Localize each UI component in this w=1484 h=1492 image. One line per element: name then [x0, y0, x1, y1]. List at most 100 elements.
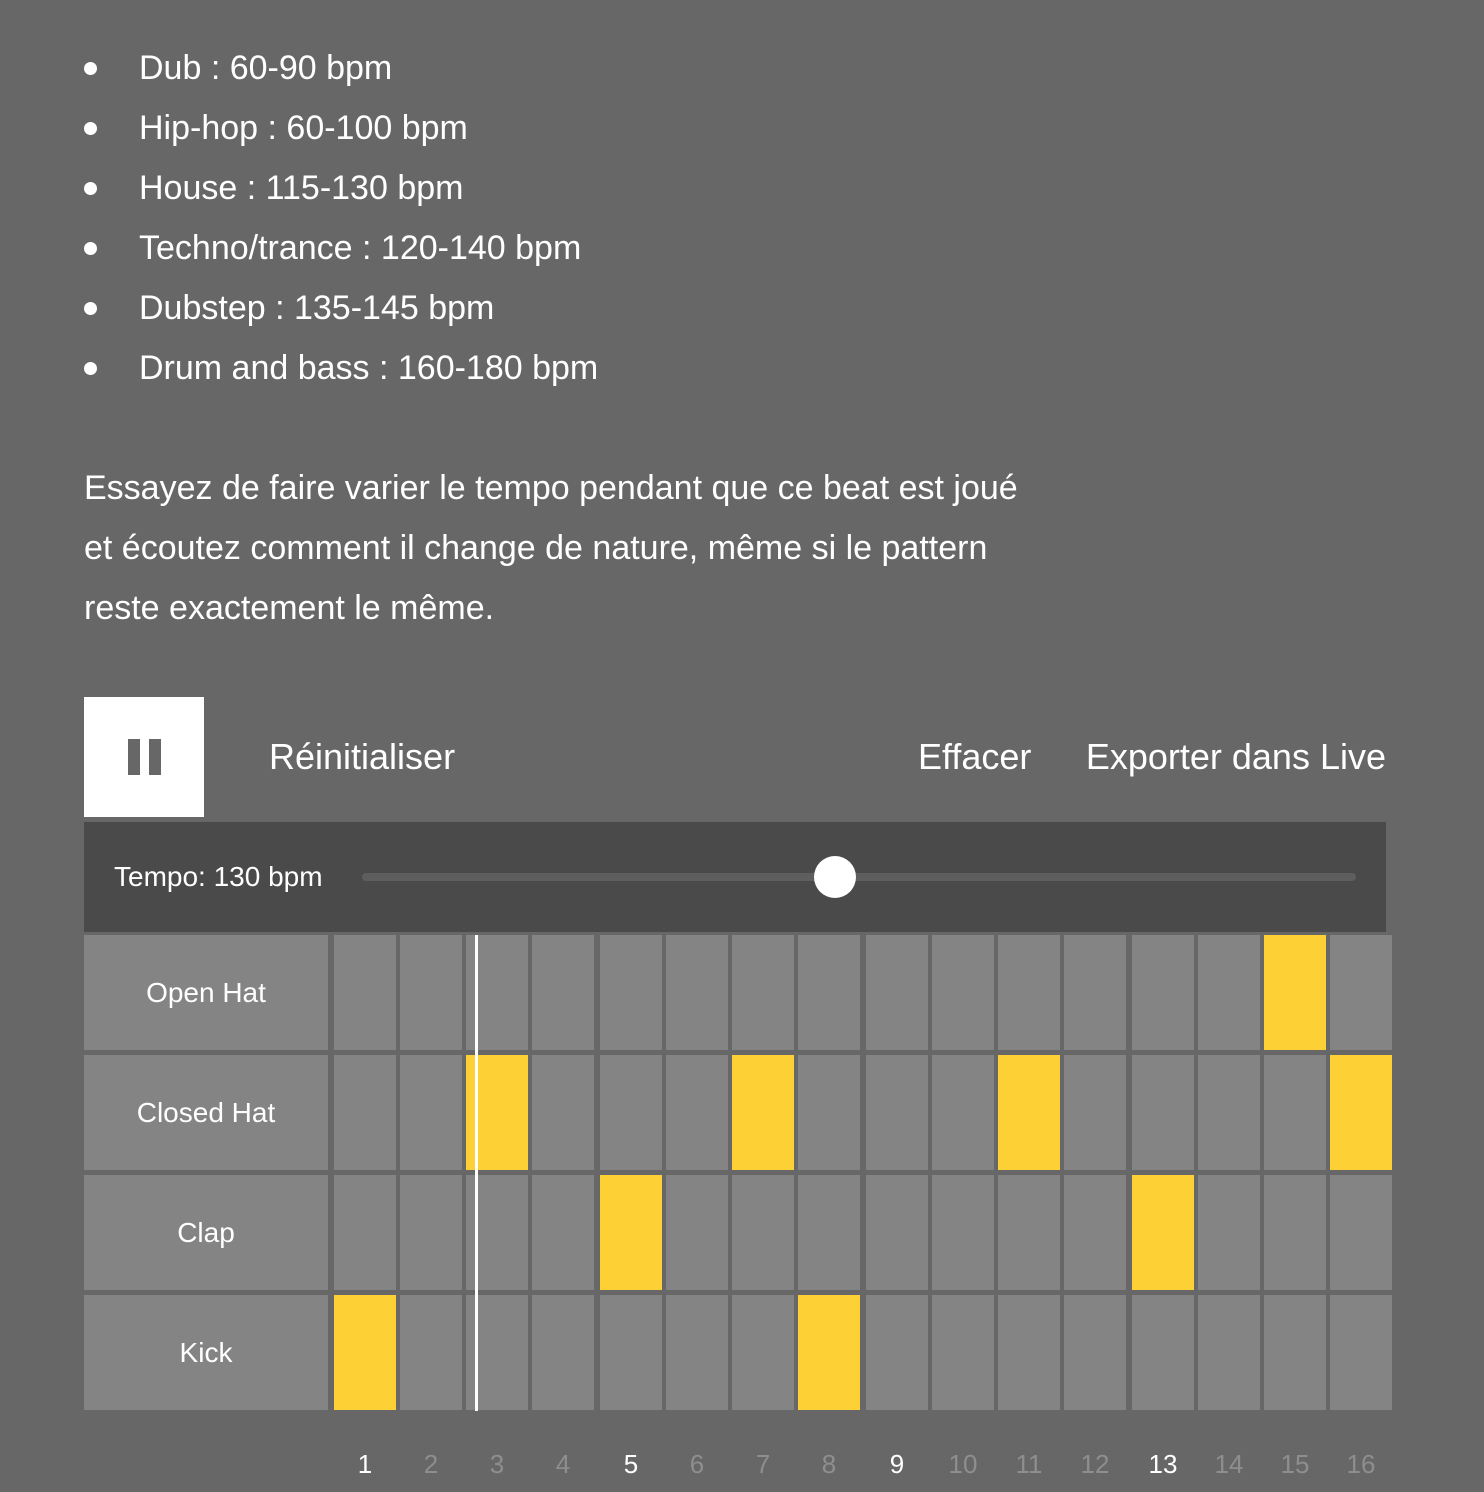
step-number: 8 [821, 1449, 837, 1479]
step-cell[interactable] [666, 935, 728, 1050]
step-cell[interactable] [866, 935, 928, 1050]
step-cell[interactable] [600, 1175, 662, 1290]
step-cell[interactable] [732, 1295, 794, 1410]
step-cell[interactable] [932, 1175, 994, 1290]
step-number: 15 [1280, 1449, 1310, 1479]
step-cell[interactable] [798, 1055, 860, 1170]
step-cell[interactable] [998, 1055, 1060, 1170]
step-cell[interactable] [1330, 1055, 1392, 1170]
step-cell[interactable] [400, 1175, 462, 1290]
step-cell[interactable] [1330, 1295, 1392, 1410]
step-number: 2 [423, 1449, 439, 1479]
step-number: 3 [489, 1449, 505, 1479]
step-number: 6 [689, 1449, 705, 1479]
step-cell[interactable] [932, 1295, 994, 1410]
step-cell[interactable] [932, 935, 994, 1050]
reset-button[interactable]: Réinitialiser [269, 697, 455, 817]
step-cell[interactable] [666, 1055, 728, 1170]
tempo-label: Tempo: 130 bpm [114, 861, 323, 892]
tempo-guide-list: Dub : 60-90 bpm Hip-hop : 60-100 bpm Hou… [84, 38, 598, 398]
step-cell[interactable] [1132, 935, 1194, 1050]
bullet-icon [84, 182, 97, 195]
step-cell[interactable] [866, 1175, 928, 1290]
step-cell[interactable] [998, 1175, 1060, 1290]
step-cell[interactable] [1198, 935, 1260, 1050]
intro-line: Essayez de faire varier le tempo pendant… [84, 469, 1018, 507]
step-number: 13 [1148, 1449, 1178, 1479]
step-cell[interactable] [1132, 1175, 1194, 1290]
list-item-text: House : 115-130 bpm [139, 169, 464, 207]
step-cell[interactable] [334, 1295, 396, 1410]
step-cell[interactable] [798, 935, 860, 1050]
step-cell[interactable] [532, 1295, 594, 1410]
row-label: Open Hat [84, 935, 328, 1050]
step-cell[interactable] [600, 1295, 662, 1410]
step-cell[interactable] [532, 1175, 594, 1290]
step-cell[interactable] [998, 935, 1060, 1050]
step-cell[interactable] [666, 1175, 728, 1290]
step-cell[interactable] [1064, 1055, 1126, 1170]
pause-button[interactable] [84, 697, 204, 817]
bullet-icon [84, 362, 97, 375]
step-cell[interactable] [1330, 935, 1392, 1050]
step-cell[interactable] [1198, 1295, 1260, 1410]
step-cell[interactable] [666, 1295, 728, 1410]
tempo-panel: Tempo: 130 bpm [84, 822, 1386, 932]
step-cell[interactable] [798, 1175, 860, 1290]
row-label: Closed Hat [84, 1055, 328, 1170]
step-number: 7 [755, 1449, 771, 1479]
export-live-button[interactable]: Exporter dans Live [1086, 697, 1386, 817]
step-cell[interactable] [400, 1295, 462, 1410]
sequencer-toolbar: Réinitialiser Effacer Exporter dans Live [84, 697, 1386, 817]
step-cell[interactable] [400, 935, 462, 1050]
step-cell[interactable] [1330, 1175, 1392, 1290]
step-cell[interactable] [866, 1295, 928, 1410]
step-cell[interactable] [1064, 935, 1126, 1050]
list-item-text: Drum and bass : 160-180 bpm [139, 349, 599, 387]
step-cell[interactable] [998, 1295, 1060, 1410]
step-cell[interactable] [1264, 1295, 1326, 1410]
step-cell[interactable] [1064, 1295, 1126, 1410]
step-cell[interactable] [1264, 1055, 1326, 1170]
step-cell[interactable] [1198, 1175, 1260, 1290]
list-item: Dub : 60-90 bpm [84, 38, 598, 98]
step-cell[interactable] [334, 1175, 396, 1290]
list-item: Dubstep : 135-145 bpm [84, 278, 598, 338]
step-cell[interactable] [1264, 1175, 1326, 1290]
intro-paragraph: Essayez de faire varier le tempo pendant… [84, 458, 1064, 638]
step-cell[interactable] [1132, 1295, 1194, 1410]
step-sequencer-grid: Open Hat Closed Hat Clap Kick [84, 935, 1392, 1411]
step-cell[interactable] [334, 1055, 396, 1170]
step-cell[interactable] [532, 1055, 594, 1170]
step-number: 11 [1015, 1449, 1043, 1479]
step-number: 5 [623, 1449, 639, 1479]
step-number: 12 [1080, 1449, 1110, 1479]
step-cell[interactable] [1264, 935, 1326, 1050]
step-cell[interactable] [600, 935, 662, 1050]
bullet-icon [84, 62, 97, 75]
playhead [475, 935, 478, 1411]
step-cell[interactable] [732, 1055, 794, 1170]
step-cell[interactable] [798, 1295, 860, 1410]
step-cell[interactable] [732, 1175, 794, 1290]
step-cell[interactable] [932, 1055, 994, 1170]
list-item: Techno/trance : 120-140 bpm [84, 218, 598, 278]
step-cell[interactable] [1198, 1055, 1260, 1170]
step-cell[interactable] [866, 1055, 928, 1170]
list-item-text: Dub : 60-90 bpm [139, 49, 393, 87]
list-item: Drum and bass : 160-180 bpm [84, 338, 598, 398]
step-cell[interactable] [732, 935, 794, 1050]
step-cell[interactable] [334, 935, 396, 1050]
clear-button[interactable]: Effacer [918, 697, 1031, 817]
step-number: 9 [889, 1449, 905, 1479]
step-cell[interactable] [1064, 1175, 1126, 1290]
step-cell[interactable] [600, 1055, 662, 1170]
list-item-text: Techno/trance : 120-140 bpm [139, 229, 582, 267]
intro-line: et écoutez comment il change de nature, … [84, 529, 988, 567]
row-label: Clap [84, 1175, 328, 1290]
step-cell[interactable] [400, 1055, 462, 1170]
tempo-slider-thumb[interactable] [814, 856, 857, 898]
tempo-slider-track[interactable] [362, 873, 1356, 881]
step-cell[interactable] [1132, 1055, 1194, 1170]
step-cell[interactable] [532, 935, 594, 1050]
